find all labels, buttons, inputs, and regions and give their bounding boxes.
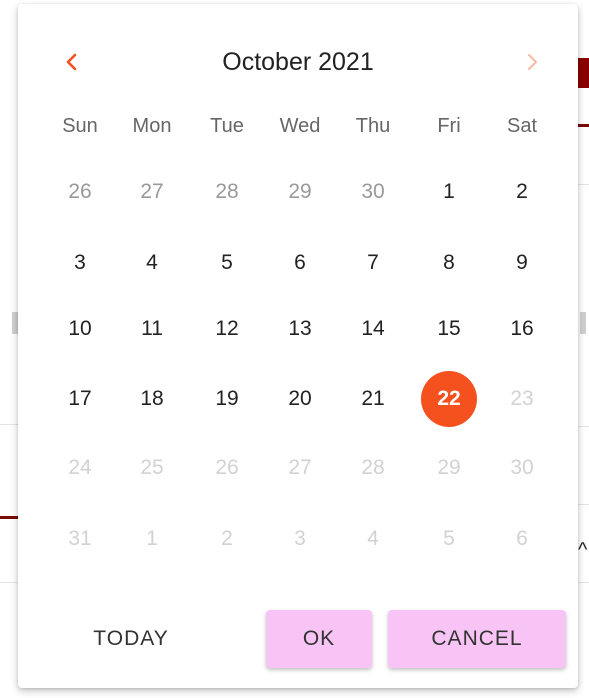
day-cell: 23 [510, 387, 534, 410]
day-cell[interactable]: 10 [50, 299, 110, 359]
day-cell: 6 [516, 527, 528, 550]
background-marker [578, 124, 589, 127]
day-cell: 4 [367, 527, 379, 550]
cancel-button[interactable]: CANCEL [388, 610, 566, 668]
calendar-header: October 2021 [18, 34, 578, 90]
day-cell: 2 [221, 527, 233, 550]
weekday-label: Fri [437, 115, 461, 137]
background-divider [0, 582, 18, 583]
previous-month-button[interactable] [52, 34, 92, 90]
day-cell: 29 [437, 456, 461, 479]
weekday-label: Tue [210, 115, 244, 137]
day-cell: 25 [140, 456, 164, 479]
day-cell[interactable]: 5 [197, 233, 257, 293]
background-block [580, 312, 586, 334]
day-cell[interactable]: 20 [270, 369, 330, 429]
day-cell[interactable]: 9 [492, 233, 552, 293]
day-cell[interactable]: 14 [343, 299, 403, 359]
calendar-day-grid: 26 27 28 29 30 1 2 3 4 5 6 7 8 9 10 11 12 13 14 15 16 17 18 19 2… [18, 4, 578, 688]
day-cell[interactable]: 7 [343, 233, 403, 293]
day-cell[interactable]: 29 [270, 162, 330, 222]
day-cell[interactable]: 3 [50, 233, 110, 293]
background-caret: ^ [578, 539, 588, 561]
day-cell[interactable]: 21 [343, 369, 403, 429]
selected-day-highlight: 22 [421, 371, 477, 427]
day-cell[interactable]: 28 [197, 162, 257, 222]
day-cell[interactable]: 11 [122, 299, 182, 359]
day-cell: 3 [294, 527, 306, 550]
day-cell[interactable]: 12 [197, 299, 257, 359]
month-year-title: October 2021 [222, 48, 374, 76]
date-picker-dialog: October 2021 Sun Mon Tue Wed Thu Fri Sat 26 27 2… [18, 4, 578, 688]
weekday-label: Mon [132, 115, 172, 137]
dialog-actions: TODAY OK CANCEL [18, 610, 578, 670]
weekday-label: Sun [62, 115, 98, 137]
selected-day-cell[interactable]: 22 [419, 369, 479, 429]
background-divider [578, 184, 589, 185]
day-cell[interactable]: 26 [50, 162, 110, 222]
next-month-button[interactable] [512, 34, 552, 90]
background-badge [578, 58, 589, 88]
weekday-label: Wed [279, 115, 321, 137]
day-cell[interactable]: 30 [343, 162, 403, 222]
day-cell[interactable]: 17 [50, 369, 110, 429]
day-cell: 1 [146, 527, 158, 550]
day-cell[interactable]: 13 [270, 299, 330, 359]
day-cell[interactable]: 18 [122, 369, 182, 429]
day-cell[interactable]: 6 [270, 233, 330, 293]
day-cell[interactable]: 16 [492, 299, 552, 359]
background-divider [0, 424, 18, 425]
background-divider [578, 426, 589, 427]
day-cell[interactable]: 8 [419, 233, 479, 293]
day-cell: 30 [510, 456, 534, 479]
weekday-label: Sat [506, 115, 538, 137]
day-cell: 28 [361, 456, 385, 479]
weekday-label: Thu [355, 115, 391, 137]
ok-button[interactable]: OK [266, 610, 372, 668]
day-cell[interactable]: 2 [492, 162, 552, 222]
background-divider [578, 582, 589, 583]
chevron-left-icon [66, 53, 77, 71]
weekday-header-row: Sun Mon Tue Wed Thu Fri Sat [18, 108, 578, 144]
day-cell[interactable]: 27 [122, 162, 182, 222]
day-cell[interactable]: 19 [197, 369, 257, 429]
day-cell: 31 [68, 527, 92, 550]
day-cell: 24 [68, 456, 92, 479]
day-cell[interactable]: 1 [419, 162, 479, 222]
day-cell: 26 [215, 456, 239, 479]
day-cell[interactable]: 15 [419, 299, 479, 359]
day-cell[interactable]: 4 [122, 233, 182, 293]
day-cell: 5 [443, 527, 455, 550]
chevron-right-icon [528, 54, 537, 70]
day-cell: 27 [288, 456, 312, 479]
background-marker [0, 516, 18, 519]
background-divider [578, 504, 589, 505]
today-button[interactable]: TODAY [58, 610, 204, 668]
